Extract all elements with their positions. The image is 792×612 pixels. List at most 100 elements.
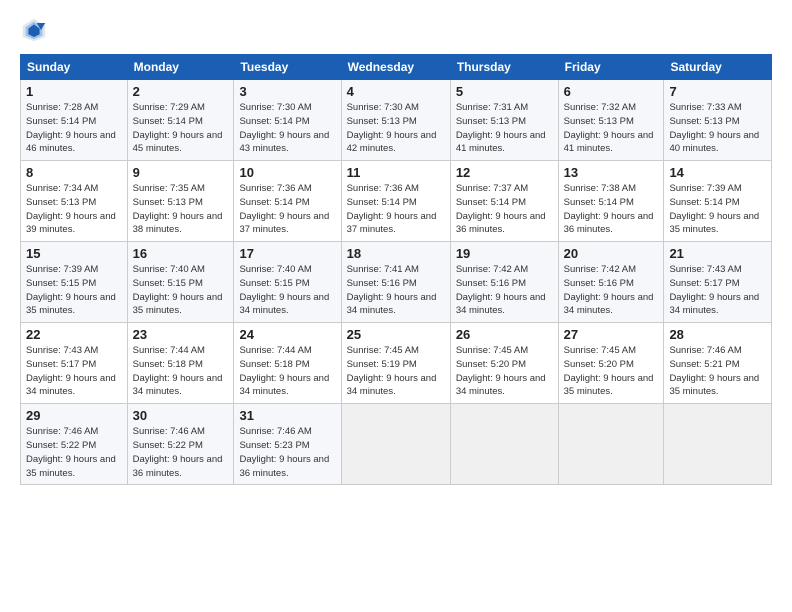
day-number: 14	[669, 165, 766, 180]
day-number: 1	[26, 84, 122, 99]
calendar-cell: 20 Sunrise: 7:42 AMSunset: 5:16 PMDayligh…	[558, 242, 664, 323]
calendar-cell: 11 Sunrise: 7:36 AMSunset: 5:14 PMDayligh…	[341, 161, 450, 242]
day-number: 31	[239, 408, 335, 423]
day-number: 9	[133, 165, 229, 180]
day-number: 19	[456, 246, 553, 261]
day-info: Sunrise: 7:36 AMSunset: 5:14 PMDaylight:…	[347, 182, 445, 237]
calendar-cell: 7 Sunrise: 7:33 AMSunset: 5:13 PMDaylight…	[664, 80, 772, 161]
day-number: 30	[133, 408, 229, 423]
day-info: Sunrise: 7:44 AMSunset: 5:18 PMDaylight:…	[239, 344, 335, 399]
day-info: Sunrise: 7:39 AMSunset: 5:15 PMDaylight:…	[26, 263, 122, 318]
general-blue-icon	[20, 16, 48, 44]
day-info: Sunrise: 7:46 AMSunset: 5:23 PMDaylight:…	[239, 425, 335, 480]
calendar-cell: 3 Sunrise: 7:30 AMSunset: 5:14 PMDaylight…	[234, 80, 341, 161]
day-number: 5	[456, 84, 553, 99]
day-number: 28	[669, 327, 766, 342]
calendar-table: SundayMondayTuesdayWednesdayThursdayFrid…	[20, 54, 772, 485]
day-info: Sunrise: 7:30 AMSunset: 5:14 PMDaylight:…	[239, 101, 335, 156]
day-number: 3	[239, 84, 335, 99]
calendar-cell: 15 Sunrise: 7:39 AMSunset: 5:15 PMDayligh…	[21, 242, 128, 323]
calendar-cell: 17Sunrise: 7:40 AMSunset: 5:15 PMDayligh…	[234, 242, 341, 323]
day-info: Sunrise: 7:33 AMSunset: 5:13 PMDaylight:…	[669, 101, 766, 156]
day-info: Sunrise: 7:29 AMSunset: 5:14 PMDaylight:…	[133, 101, 229, 156]
day-info: Sunrise: 7:32 AMSunset: 5:13 PMDaylight:…	[564, 101, 659, 156]
calendar-cell: 23Sunrise: 7:44 AMSunset: 5:18 PMDayligh…	[127, 323, 234, 404]
calendar-cell	[450, 404, 558, 485]
day-number: 13	[564, 165, 659, 180]
day-info: Sunrise: 7:40 AMSunset: 5:15 PMDaylight:…	[239, 263, 335, 318]
calendar-cell	[341, 404, 450, 485]
calendar-cell: 9 Sunrise: 7:35 AMSunset: 5:13 PMDaylight…	[127, 161, 234, 242]
day-info: Sunrise: 7:43 AMSunset: 5:17 PMDaylight:…	[669, 263, 766, 318]
calendar-cell: 29 Sunrise: 7:46 AMSunset: 5:22 PMDayligh…	[21, 404, 128, 485]
calendar-cell: 26 Sunrise: 7:45 AMSunset: 5:20 PMDayligh…	[450, 323, 558, 404]
day-info: Sunrise: 7:46 AMSunset: 5:22 PMDaylight:…	[26, 425, 122, 480]
day-number: 12	[456, 165, 553, 180]
col-header-saturday: Saturday	[664, 55, 772, 80]
day-number: 24	[239, 327, 335, 342]
calendar-cell: 2 Sunrise: 7:29 AMSunset: 5:14 PMDaylight…	[127, 80, 234, 161]
day-info: Sunrise: 7:46 AMSunset: 5:21 PMDaylight:…	[669, 344, 766, 399]
page: SundayMondayTuesdayWednesdayThursdayFrid…	[0, 0, 792, 612]
day-info: Sunrise: 7:41 AMSunset: 5:16 PMDaylight:…	[347, 263, 445, 318]
day-info: Sunrise: 7:38 AMSunset: 5:14 PMDaylight:…	[564, 182, 659, 237]
day-number: 25	[347, 327, 445, 342]
day-number: 2	[133, 84, 229, 99]
calendar-cell: 8 Sunrise: 7:34 AMSunset: 5:13 PMDaylight…	[21, 161, 128, 242]
logo	[20, 16, 52, 44]
week-row-5: 29 Sunrise: 7:46 AMSunset: 5:22 PMDayligh…	[21, 404, 772, 485]
calendar-cell: 25Sunrise: 7:45 AMSunset: 5:19 PMDayligh…	[341, 323, 450, 404]
calendar-cell: 14 Sunrise: 7:39 AMSunset: 5:14 PMDayligh…	[664, 161, 772, 242]
header	[20, 16, 772, 44]
day-info: Sunrise: 7:43 AMSunset: 5:17 PMDaylight:…	[26, 344, 122, 399]
day-info: Sunrise: 7:40 AMSunset: 5:15 PMDaylight:…	[133, 263, 229, 318]
calendar-cell: 27Sunrise: 7:45 AMSunset: 5:20 PMDayligh…	[558, 323, 664, 404]
col-header-tuesday: Tuesday	[234, 55, 341, 80]
day-number: 29	[26, 408, 122, 423]
day-number: 18	[347, 246, 445, 261]
calendar-header-row: SundayMondayTuesdayWednesdayThursdayFrid…	[21, 55, 772, 80]
calendar-cell: 1 Sunrise: 7:28 AMSunset: 5:14 PMDaylight…	[21, 80, 128, 161]
day-info: Sunrise: 7:39 AMSunset: 5:14 PMDaylight:…	[669, 182, 766, 237]
calendar-cell: 5 Sunrise: 7:31 AMSunset: 5:13 PMDaylight…	[450, 80, 558, 161]
day-info: Sunrise: 7:42 AMSunset: 5:16 PMDaylight:…	[456, 263, 553, 318]
day-info: Sunrise: 7:45 AMSunset: 5:20 PMDaylight:…	[456, 344, 553, 399]
calendar-cell	[558, 404, 664, 485]
day-number: 11	[347, 165, 445, 180]
day-number: 10	[239, 165, 335, 180]
calendar-cell	[664, 404, 772, 485]
day-number: 6	[564, 84, 659, 99]
calendar-cell: 13 Sunrise: 7:38 AMSunset: 5:14 PMDayligh…	[558, 161, 664, 242]
calendar-cell: 21Sunrise: 7:43 AMSunset: 5:17 PMDayligh…	[664, 242, 772, 323]
day-info: Sunrise: 7:31 AMSunset: 5:13 PMDaylight:…	[456, 101, 553, 156]
day-info: Sunrise: 7:35 AMSunset: 5:13 PMDaylight:…	[133, 182, 229, 237]
calendar-cell: 12 Sunrise: 7:37 AMSunset: 5:14 PMDayligh…	[450, 161, 558, 242]
day-number: 4	[347, 84, 445, 99]
day-number: 16	[133, 246, 229, 261]
col-header-friday: Friday	[558, 55, 664, 80]
col-header-monday: Monday	[127, 55, 234, 80]
day-info: Sunrise: 7:28 AMSunset: 5:14 PMDaylight:…	[26, 101, 122, 156]
calendar-cell: 22 Sunrise: 7:43 AMSunset: 5:17 PMDayligh…	[21, 323, 128, 404]
calendar-cell: 10 Sunrise: 7:36 AMSunset: 5:14 PMDayligh…	[234, 161, 341, 242]
calendar-cell: 24 Sunrise: 7:44 AMSunset: 5:18 PMDayligh…	[234, 323, 341, 404]
day-info: Sunrise: 7:44 AMSunset: 5:18 PMDaylight:…	[133, 344, 229, 399]
day-info: Sunrise: 7:42 AMSunset: 5:16 PMDaylight:…	[564, 263, 659, 318]
week-row-1: 1 Sunrise: 7:28 AMSunset: 5:14 PMDaylight…	[21, 80, 772, 161]
week-row-4: 22 Sunrise: 7:43 AMSunset: 5:17 PMDayligh…	[21, 323, 772, 404]
calendar-cell: 18 Sunrise: 7:41 AMSunset: 5:16 PMDayligh…	[341, 242, 450, 323]
col-header-wednesday: Wednesday	[341, 55, 450, 80]
day-number: 22	[26, 327, 122, 342]
col-header-thursday: Thursday	[450, 55, 558, 80]
day-info: Sunrise: 7:36 AMSunset: 5:14 PMDaylight:…	[239, 182, 335, 237]
day-number: 7	[669, 84, 766, 99]
day-number: 26	[456, 327, 553, 342]
week-row-2: 8 Sunrise: 7:34 AMSunset: 5:13 PMDaylight…	[21, 161, 772, 242]
day-info: Sunrise: 7:37 AMSunset: 5:14 PMDaylight:…	[456, 182, 553, 237]
day-info: Sunrise: 7:30 AMSunset: 5:13 PMDaylight:…	[347, 101, 445, 156]
day-number: 15	[26, 246, 122, 261]
calendar-cell: 4 Sunrise: 7:30 AMSunset: 5:13 PMDaylight…	[341, 80, 450, 161]
day-number: 20	[564, 246, 659, 261]
day-number: 8	[26, 165, 122, 180]
day-info: Sunrise: 7:34 AMSunset: 5:13 PMDaylight:…	[26, 182, 122, 237]
